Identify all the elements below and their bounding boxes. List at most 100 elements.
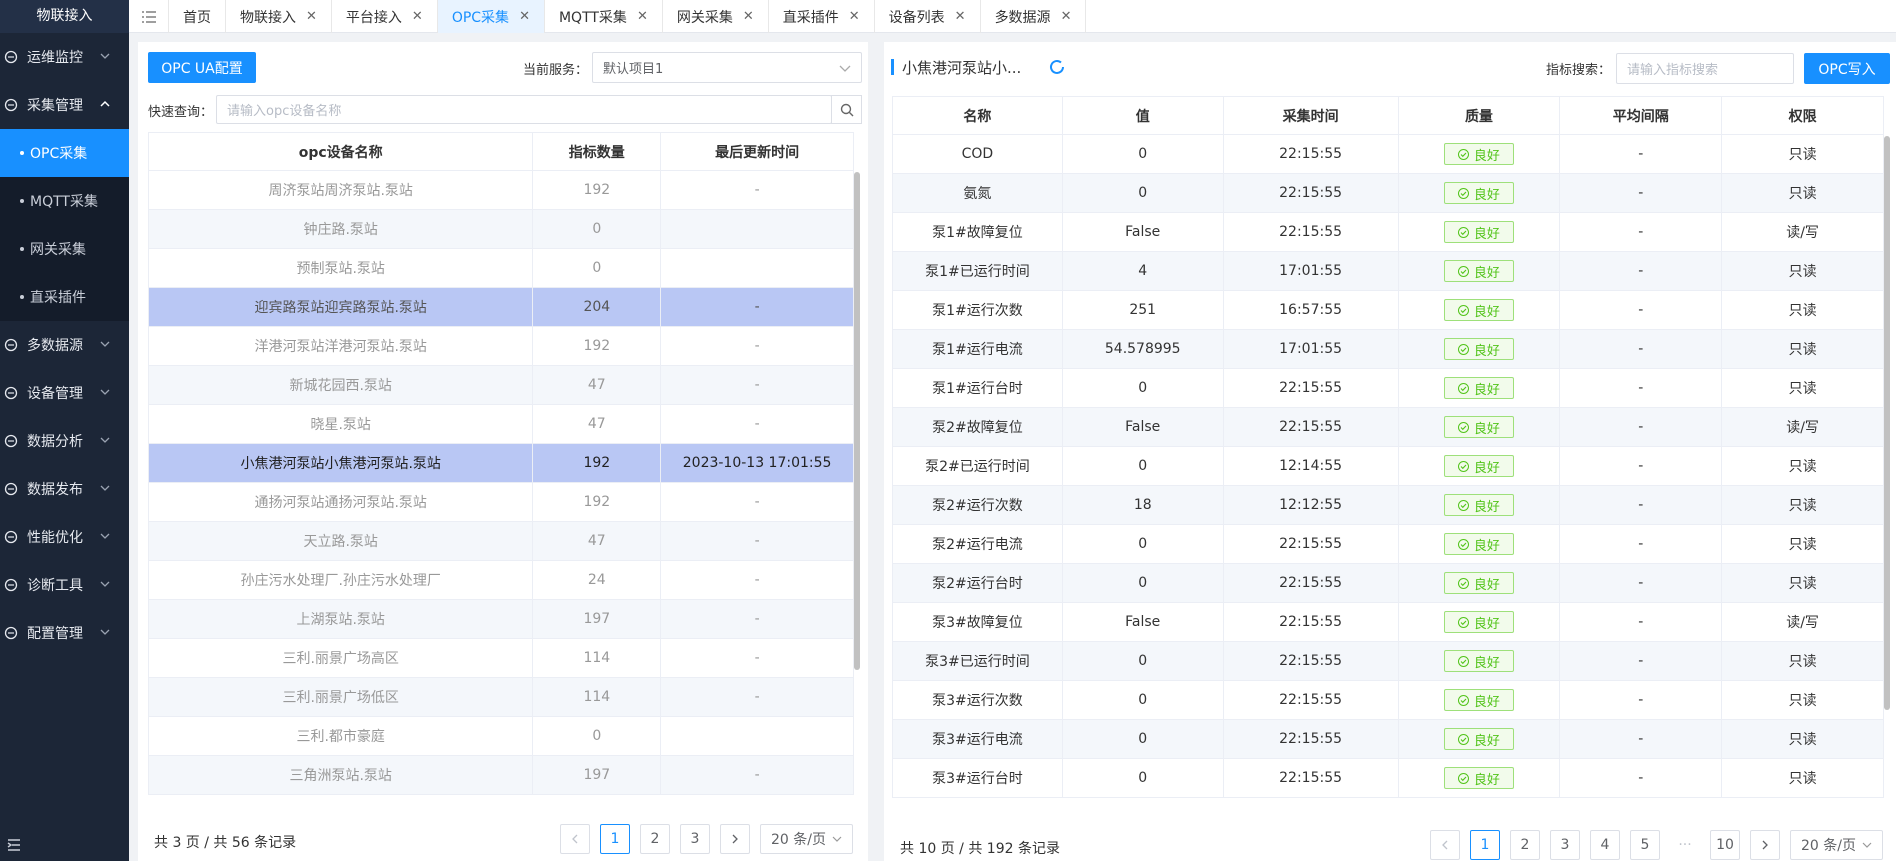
table-row[interactable]: 迎宾路泵站迎宾路泵站.泵站 204- bbox=[148, 287, 854, 327]
page-button[interactable]: 3 bbox=[1550, 830, 1580, 860]
table-cell: 197 bbox=[532, 755, 662, 795]
column-header: opc设备名称 bbox=[148, 132, 534, 171]
sidebar-item-8[interactable]: 配置管理 bbox=[0, 609, 129, 657]
page-size-select[interactable]: 20 条/页 bbox=[760, 824, 853, 854]
sidebar-subitem-1[interactable]: MQTT采集 bbox=[0, 177, 129, 225]
table-row[interactable]: 小焦港河泵站小焦港河泵站.泵站 192 2023-10-13 17:01:55 bbox=[148, 443, 854, 483]
tab-1[interactable]: 物联接入 ✕ bbox=[226, 0, 332, 33]
table-row[interactable]: 氨氮 0 22:15:55 良好 - 只读 bbox=[892, 173, 1884, 213]
sidebar-subitem-2[interactable]: 网关采集 bbox=[0, 225, 129, 273]
metric-search-input[interactable]: 请输入指标搜索 bbox=[1616, 53, 1794, 84]
table-row[interactable]: 三利.都市豪庭 0 bbox=[148, 716, 854, 756]
tab-4[interactable]: MQTT采集 ✕ bbox=[545, 0, 663, 33]
close-icon[interactable]: ✕ bbox=[955, 9, 966, 24]
opc-ua-config-button[interactable]: OPC UA配置 bbox=[148, 52, 256, 83]
table-row[interactable]: 周济泵站周济泵站.泵站 192- bbox=[148, 170, 854, 210]
sidebar-subitem-3[interactable]: 直采插件 bbox=[0, 273, 129, 321]
close-icon[interactable]: ✕ bbox=[412, 9, 423, 24]
page-button[interactable]: 10 bbox=[1710, 830, 1740, 860]
table-row[interactable]: 泵3#已运行时间 0 22:15:55 良好 - 只读 bbox=[892, 641, 1884, 681]
table-row[interactable]: 泵1#运行台时 0 22:15:55 良好 - 只读 bbox=[892, 368, 1884, 408]
table-cell: 114 bbox=[532, 677, 662, 717]
page-button[interactable]: 4 bbox=[1590, 830, 1620, 860]
sidebar-item-7[interactable]: 诊断工具 bbox=[0, 561, 129, 609]
sidebar-title[interactable]: 物联接入 bbox=[0, 0, 129, 33]
table-row[interactable]: COD 0 22:15:55 良好 - 只读 bbox=[892, 134, 1884, 174]
page-button[interactable]: 1 bbox=[1470, 830, 1500, 860]
next-page-button[interactable] bbox=[1750, 830, 1780, 860]
table-row[interactable]: 泵2#运行台时 0 22:15:55 良好 - 只读 bbox=[892, 563, 1884, 603]
tab-3[interactable]: OPC采集 ✕ bbox=[437, 0, 545, 33]
prev-page-button[interactable] bbox=[1430, 830, 1460, 860]
metric-table-scrollbar[interactable] bbox=[1884, 136, 1890, 710]
close-icon[interactable]: ✕ bbox=[306, 9, 317, 24]
table-row[interactable]: 钟庄路.泵站 0 bbox=[148, 209, 854, 249]
table-row[interactable]: 泵3#故障复位 False 22:15:55 良好 - 读/写 bbox=[892, 602, 1884, 642]
table-row[interactable]: 孙庄污水处理厂.孙庄污水处理厂 24- bbox=[148, 560, 854, 600]
page-button[interactable]: 2 bbox=[1510, 830, 1540, 860]
column-header: 名称 bbox=[892, 96, 1063, 135]
table-row[interactable]: 新城花园西.泵站 47- bbox=[148, 365, 854, 405]
metric-time: 22:15:55 bbox=[1222, 524, 1399, 564]
tab-7[interactable]: 设备列表 ✕ bbox=[875, 0, 981, 33]
table-row[interactable]: 泵2#故障复位 False 22:15:55 良好 - 读/写 bbox=[892, 407, 1884, 447]
tab-6[interactable]: 直采插件 ✕ bbox=[769, 0, 875, 33]
device-table-scrollbar[interactable] bbox=[854, 172, 860, 670]
page-size-select[interactable]: 20 条/页 bbox=[1790, 830, 1883, 860]
table-row[interactable]: 上湖泵站.泵站 197- bbox=[148, 599, 854, 639]
close-icon[interactable]: ✕ bbox=[743, 9, 754, 24]
sidebar-subitem-0[interactable]: OPC采集 bbox=[0, 129, 129, 177]
metric-name: 泵3#运行次数 bbox=[892, 680, 1063, 720]
table-row[interactable]: 泵1#运行电流 54.578995 17:01:55 良好 - 只读 bbox=[892, 329, 1884, 369]
sidebar-item-2[interactable]: 多数据源 bbox=[0, 321, 129, 369]
quick-search-input[interactable]: 请输入opc设备名称 bbox=[216, 95, 832, 124]
tab-2[interactable]: 平台接入 ✕ bbox=[332, 0, 438, 33]
table-row[interactable]: 预制泵站.泵站 0 bbox=[148, 248, 854, 288]
table-row[interactable]: 泵1#已运行时间 4 17:01:55 良好 - 只读 bbox=[892, 251, 1884, 291]
sidebar-item-4[interactable]: 数据分析 bbox=[0, 417, 129, 465]
metric-name: 泵2#运行次数 bbox=[892, 485, 1063, 525]
table-row[interactable]: 泵3#运行电流 0 22:15:55 良好 - 只读 bbox=[892, 719, 1884, 759]
table-row[interactable]: 泵1#故障复位 False 22:15:55 良好 - 读/写 bbox=[892, 212, 1884, 252]
sidebar-item-5[interactable]: 数据发布 bbox=[0, 465, 129, 513]
table-cell: 晓星.泵站 bbox=[148, 404, 534, 444]
page-button[interactable]: 1 bbox=[600, 824, 630, 854]
table-row[interactable]: 三利.丽景广场高区 114- bbox=[148, 638, 854, 678]
next-page-button[interactable] bbox=[720, 824, 750, 854]
tab-5[interactable]: 网关采集 ✕ bbox=[663, 0, 769, 33]
table-row[interactable]: 泵2#运行次数 18 12:12:55 良好 - 只读 bbox=[892, 485, 1884, 525]
close-icon[interactable]: ✕ bbox=[849, 9, 860, 24]
sidebar-item-3[interactable]: 设备管理 bbox=[0, 369, 129, 417]
table-row[interactable]: 晓星.泵站 47- bbox=[148, 404, 854, 444]
close-icon[interactable]: ✕ bbox=[637, 9, 648, 24]
tab-label: 多数据源 bbox=[994, 9, 1051, 26]
table-row[interactable]: 泵2#已运行时间 0 12:14:55 良好 - 只读 bbox=[892, 446, 1884, 486]
tab-list-icon[interactable] bbox=[129, 0, 169, 33]
table-row[interactable]: 天立路.泵站 47- bbox=[148, 521, 854, 561]
tab-8[interactable]: 多数据源 ✕ bbox=[981, 0, 1087, 33]
prev-page-button[interactable] bbox=[560, 824, 590, 854]
sidebar-item-1[interactable]: 采集管理 bbox=[0, 81, 129, 129]
search-button[interactable] bbox=[831, 95, 862, 124]
sidebar-item-0[interactable]: 运维监控 bbox=[0, 33, 129, 81]
service-select[interactable]: 默认项目1 bbox=[592, 52, 862, 83]
table-row[interactable]: 泵2#运行电流 0 22:15:55 良好 - 只读 bbox=[892, 524, 1884, 564]
collapse-menu-icon[interactable] bbox=[6, 837, 22, 853]
close-icon[interactable]: ✕ bbox=[1061, 9, 1072, 24]
table-row[interactable]: 三角洲泵站.泵站 197- bbox=[148, 755, 854, 795]
page-button[interactable]: 2 bbox=[640, 824, 670, 854]
table-row[interactable]: 泵3#运行次数 0 22:15:55 良好 - 只读 bbox=[892, 680, 1884, 720]
table-row[interactable]: 通扬河泵站通扬河泵站.泵站 192- bbox=[148, 482, 854, 522]
page-button[interactable]: 5 bbox=[1630, 830, 1660, 860]
opc-write-button[interactable]: OPC写入 bbox=[1804, 53, 1890, 84]
table-row[interactable]: 三利.丽景广场低区 114- bbox=[148, 677, 854, 717]
tab-label: 平台接入 bbox=[345, 9, 402, 26]
table-row[interactable]: 洋港河泵站洋港河泵站.泵站 192- bbox=[148, 326, 854, 366]
tab-0[interactable]: 首页 bbox=[169, 0, 226, 33]
table-row[interactable]: 泵3#运行台时 0 22:15:55 良好 - 只读 bbox=[892, 758, 1884, 798]
page-ellipsis[interactable]: ··· bbox=[1670, 830, 1700, 860]
close-icon[interactable]: ✕ bbox=[519, 9, 530, 24]
sidebar-item-6[interactable]: 性能优化 bbox=[0, 513, 129, 561]
page-button[interactable]: 3 bbox=[680, 824, 710, 854]
table-row[interactable]: 泵1#运行次数 251 16:57:55 良好 - 只读 bbox=[892, 290, 1884, 330]
